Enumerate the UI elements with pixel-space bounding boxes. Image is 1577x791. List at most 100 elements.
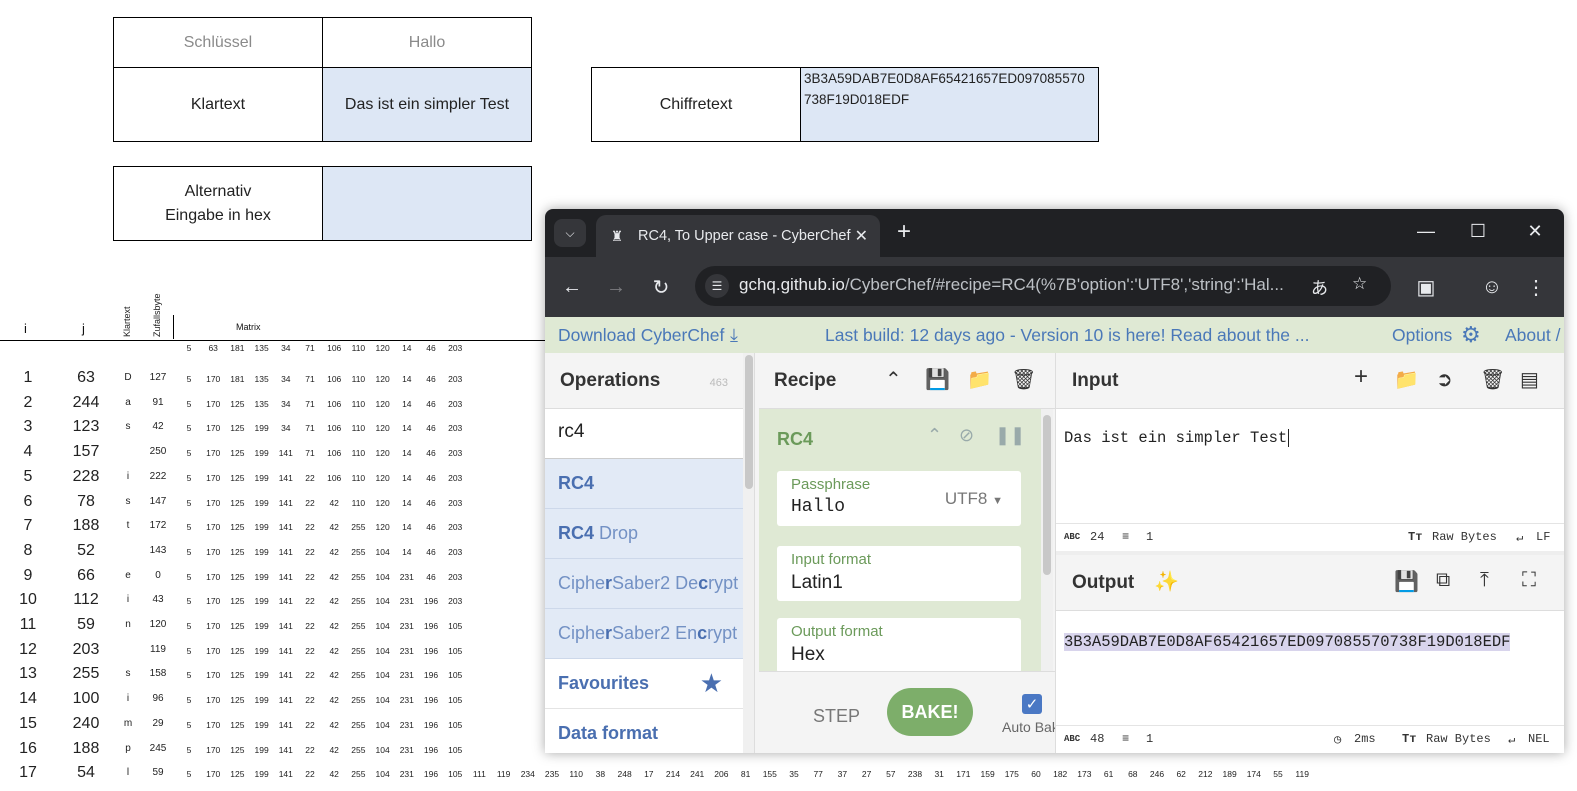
matrix-cell[interactable]: 125 bbox=[225, 547, 249, 557]
cell-i[interactable]: 2 bbox=[0, 394, 56, 412]
matrix-cell[interactable]: 125 bbox=[225, 745, 249, 755]
pause-icon[interactable]: ❚❚ bbox=[995, 425, 1025, 446]
matrix-cell[interactable]: 104 bbox=[371, 646, 395, 656]
cell-i[interactable]: 4 bbox=[0, 443, 56, 461]
alt-hex-value-cell[interactable] bbox=[322, 166, 532, 241]
matrix-cell[interactable]: 199 bbox=[250, 547, 274, 557]
cell-zufallsbyte[interactable]: 158 bbox=[140, 668, 176, 679]
cell-j[interactable]: 255 bbox=[56, 665, 116, 683]
matrix-cell[interactable]: 62 bbox=[1169, 769, 1193, 779]
matrix-cell[interactable]: 105 bbox=[443, 769, 467, 779]
site-info-icon[interactable]: ☰ bbox=[705, 274, 729, 298]
matrix-cell[interactable]: 46 bbox=[419, 399, 443, 409]
close-icon[interactable]: ✕ bbox=[855, 226, 868, 246]
matrix-cell[interactable]: 27 bbox=[855, 769, 879, 779]
cell-j[interactable]: 78 bbox=[56, 493, 116, 511]
matrix-cell[interactable]: 170 bbox=[201, 670, 225, 680]
matrix-cell[interactable]: 203 bbox=[443, 572, 467, 582]
cell-j[interactable]: 157 bbox=[56, 443, 116, 461]
matrix-cell[interactable]: 120 bbox=[371, 522, 395, 532]
matrix-cell[interactable]: 46 bbox=[419, 547, 443, 557]
matrix-cell[interactable]: 125 bbox=[225, 621, 249, 631]
matrix-cell[interactable]: 42 bbox=[322, 745, 346, 755]
input-encoding[interactable]: Raw Bytes bbox=[1432, 530, 1497, 544]
replace-input-icon[interactable]: ⤒ bbox=[1480, 569, 1489, 592]
matrix-cell[interactable]: 203 bbox=[443, 547, 467, 557]
save-icon[interactable]: 💾 bbox=[925, 367, 950, 392]
matrix-cell[interactable]: 38 bbox=[588, 769, 612, 779]
matrix-cell[interactable]: 170 bbox=[201, 448, 225, 458]
trash-icon[interactable]: 🗑 bbox=[1011, 367, 1036, 392]
matrix-cell[interactable]: 104 bbox=[371, 547, 395, 557]
maximize-icon[interactable]: ☐ bbox=[1463, 221, 1493, 242]
matrix-cell[interactable]: 104 bbox=[371, 769, 395, 779]
star-icon[interactable]: ☆ bbox=[1352, 274, 1367, 294]
matrix-cell[interactable]: 5 bbox=[177, 572, 201, 582]
matrix-cell[interactable]: 105 bbox=[443, 720, 467, 730]
cell-zufallsbyte[interactable]: 29 bbox=[140, 718, 176, 729]
matrix-cell[interactable]: 125 bbox=[225, 399, 249, 409]
matrix-cell[interactable]: 255 bbox=[346, 596, 370, 606]
matrix-cell[interactable]: 255 bbox=[346, 547, 370, 557]
cell-i[interactable]: 16 bbox=[0, 740, 56, 758]
matrix-cell[interactable]: 105 bbox=[443, 621, 467, 631]
matrix-cell[interactable]: 125 bbox=[225, 670, 249, 680]
matrix-cell[interactable]: 231 bbox=[395, 769, 419, 779]
matrix-cell[interactable]: 105 bbox=[443, 745, 467, 755]
matrix-cell[interactable]: 246 bbox=[1145, 769, 1169, 779]
matrix-cell[interactable]: 199 bbox=[250, 572, 274, 582]
matrix-cell[interactable]: 173 bbox=[1072, 769, 1096, 779]
chevron-down-icon[interactable]: ⌵ bbox=[554, 219, 586, 247]
ciphertext-label-cell[interactable]: Chiffretext bbox=[591, 67, 801, 142]
cell-klartext[interactable]: p bbox=[116, 743, 140, 754]
puzzle-icon[interactable]: ▣ bbox=[1411, 272, 1441, 302]
cell-i[interactable]: 14 bbox=[0, 690, 56, 708]
matrix-cell[interactable]: 248 bbox=[613, 769, 637, 779]
matrix-cell[interactable]: 110 bbox=[346, 374, 370, 384]
matrix-cell[interactable]: 196 bbox=[419, 670, 443, 680]
matrix-cell[interactable]: 203 bbox=[443, 498, 467, 508]
gear-icon[interactable]: ⚙ bbox=[1461, 322, 1481, 348]
input-format-field[interactable]: Input format Latin1 bbox=[777, 546, 1021, 601]
matrix-cell[interactable]: 22 bbox=[298, 745, 322, 755]
matrix-cell[interactable]: 110 bbox=[346, 399, 370, 409]
matrix-cell[interactable]: 196 bbox=[419, 621, 443, 631]
matrix-cell[interactable]: 111 bbox=[467, 769, 491, 779]
matrix-cell[interactable]: 196 bbox=[419, 769, 443, 779]
matrix-cell[interactable]: 196 bbox=[419, 745, 443, 755]
matrix-cell[interactable]: 141 bbox=[274, 522, 298, 532]
matrix-cell[interactable]: 203 bbox=[443, 399, 467, 409]
translate-icon[interactable]: あ bbox=[1311, 274, 1328, 299]
matrix-cell[interactable]: 135 bbox=[250, 399, 274, 409]
cell-j[interactable]: 240 bbox=[56, 715, 116, 733]
matrix-cell[interactable]: 171 bbox=[951, 769, 975, 779]
matrix-cell[interactable]: 125 bbox=[225, 498, 249, 508]
cell-zufallsbyte[interactable]: 0 bbox=[140, 570, 176, 581]
matrix-cell[interactable]: 141 bbox=[274, 745, 298, 755]
matrix-cell[interactable]: 104 bbox=[371, 695, 395, 705]
matrix-cell[interactable]: 42 bbox=[322, 572, 346, 582]
matrix-cell[interactable]: 170 bbox=[201, 720, 225, 730]
matrix-cell[interactable]: 203 bbox=[443, 374, 467, 384]
matrix-cell[interactable]: 170 bbox=[201, 522, 225, 532]
matrix-cell[interactable]: 46 bbox=[419, 423, 443, 433]
matrix-cell[interactable]: 14 bbox=[395, 547, 419, 557]
matrix-cell[interactable]: 110 bbox=[346, 498, 370, 508]
cell-zufallsbyte[interactable]: 222 bbox=[140, 471, 176, 482]
matrix-cell[interactable]: 110 bbox=[564, 769, 588, 779]
address-bar[interactable]: ☰ gchq.github.io/CyberChef/#recipe=RC4(%… bbox=[695, 266, 1391, 306]
bake-button[interactable]: BAKE! bbox=[887, 688, 973, 736]
tab-cyberchef[interactable]: ♜ RC4, To Upper case - CyberChef ✕ bbox=[596, 215, 880, 257]
cell-i[interactable]: 17 bbox=[0, 764, 56, 782]
matrix-cell[interactable]: 170 bbox=[201, 621, 225, 631]
matrix-cell[interactable]: 5 bbox=[177, 448, 201, 458]
matrix-cell[interactable]: 5 bbox=[177, 522, 201, 532]
eol-icon[interactable]: ↵ bbox=[1516, 530, 1523, 545]
matrix-cell[interactable]: 110 bbox=[346, 473, 370, 483]
matrix-cell[interactable]: 22 bbox=[298, 596, 322, 606]
matrix-cell[interactable]: 170 bbox=[201, 547, 225, 557]
cell-zufallsbyte[interactable]: 127 bbox=[140, 372, 176, 383]
matrix-cell[interactable]: 125 bbox=[225, 448, 249, 458]
matrix-cell[interactable]: 203 bbox=[443, 423, 467, 433]
matrix-cell[interactable]: 57 bbox=[879, 769, 903, 779]
